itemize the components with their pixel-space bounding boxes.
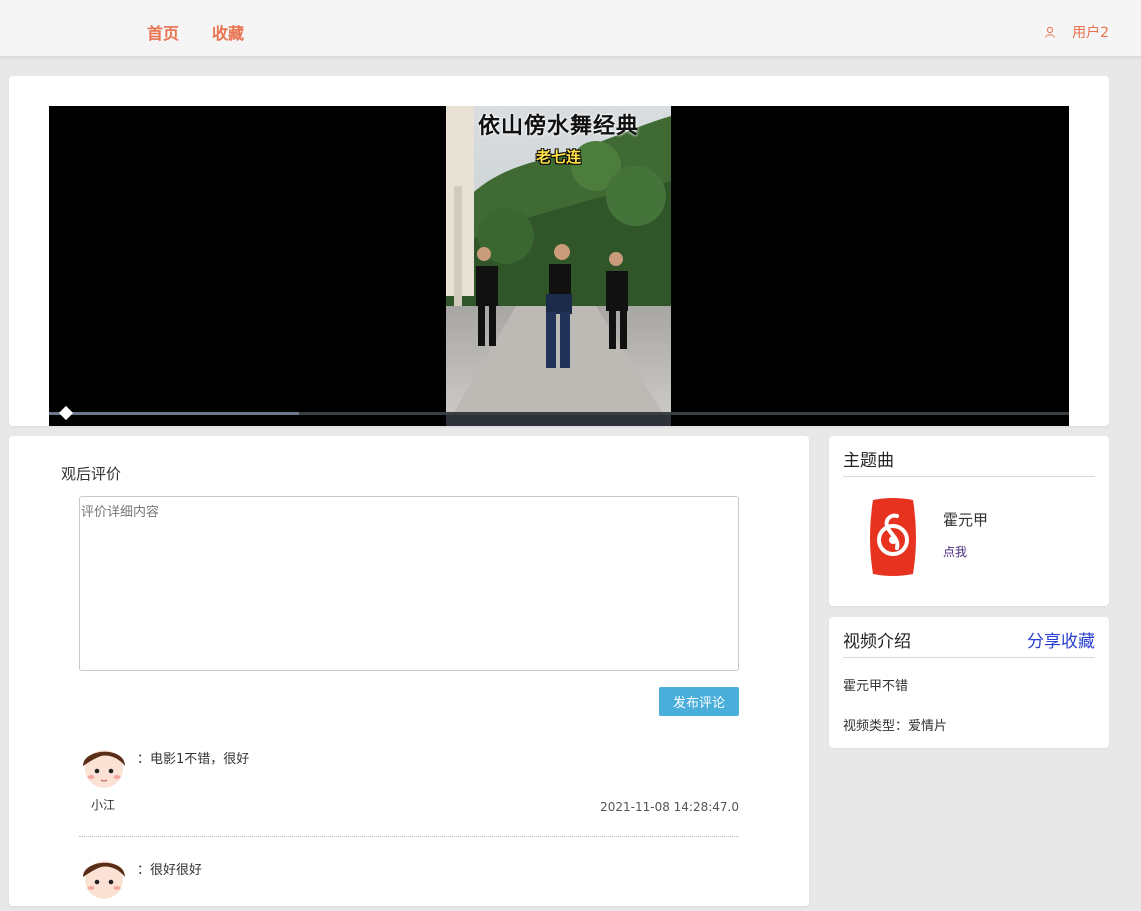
divider: [843, 476, 1095, 477]
video-intro-card: 视频介绍 分享收藏 霍元甲不错 视频类型：爱情片: [829, 617, 1109, 748]
comment-text: ：很好很好: [137, 863, 203, 878]
theme-song-title: 主题曲: [843, 451, 894, 471]
avatar: [79, 740, 129, 790]
user-name[interactable]: 用户2: [1072, 22, 1109, 42]
divider: [843, 657, 1095, 658]
video-progress-bar[interactable]: [49, 412, 1069, 415]
video-player[interactable]: 依山傍水舞经典 老七连: [49, 106, 1069, 426]
video-progress-fill: [49, 412, 299, 415]
comment-timestamp: 2021-11-08 14:28:47.0: [600, 800, 739, 814]
user-icon: [1044, 26, 1056, 38]
nav-home-link[interactable]: 首页: [147, 20, 179, 44]
share-favorite-link[interactable]: 分享收藏: [1027, 627, 1095, 652]
video-title-overlay: 依山傍水舞经典: [477, 114, 639, 139]
theme-song-card: 主题曲 霍元甲 点我: [829, 436, 1109, 606]
comment-item: ：电影1不错，很好 小江 2021-11-08 14:28:47.0: [79, 740, 739, 837]
avatar: [79, 851, 129, 901]
comment-textarea[interactable]: [79, 496, 739, 671]
submit-comment-button[interactable]: 发布评论: [659, 687, 739, 716]
play-link[interactable]: 点我: [943, 543, 967, 560]
nav-favorites-link[interactable]: 收藏: [212, 20, 244, 44]
progress-handle-icon[interactable]: [58, 405, 74, 421]
user-menu[interactable]: 用户2: [1044, 22, 1109, 42]
video-description: 霍元甲不错: [843, 679, 909, 694]
video-player-card: 依山傍水舞经典 老七连: [9, 76, 1109, 426]
video-subtitle-overlay: 老七连: [535, 148, 581, 166]
video-intro-title: 视频介绍: [843, 632, 911, 652]
video-frame: 依山傍水舞经典 老七连: [446, 106, 671, 426]
comment-username: 小江: [91, 798, 116, 812]
comment-text: ：电影1不错，很好: [137, 752, 250, 767]
video-type: 视频类型：爱情片: [843, 719, 948, 734]
fullscreen-icon[interactable]: [1019, 420, 1059, 426]
top-nav: 首页 收藏 用户2: [0, 0, 1141, 57]
comments-heading: 观后评价: [61, 465, 122, 483]
music-app-icon[interactable]: [867, 496, 919, 578]
comments-card: 观后评价 发布评论 ：电影1不错，很好 小江 2021-11-08 14:28:…: [9, 436, 809, 906]
artist-name: 霍元甲: [943, 511, 989, 529]
comment-item: ：很好很好: [79, 851, 739, 911]
